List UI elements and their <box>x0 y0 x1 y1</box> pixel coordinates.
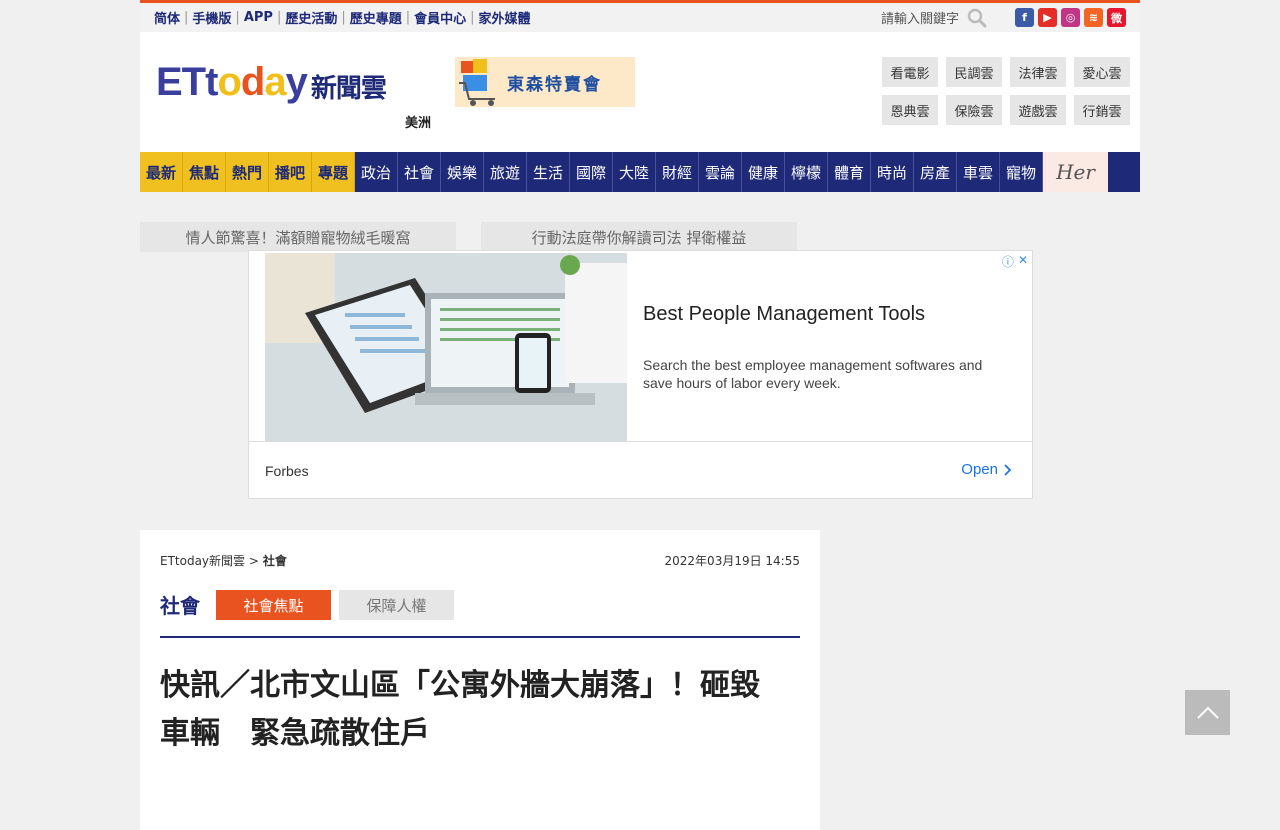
cloud-game[interactable]: 遊戲雲 <box>1010 95 1066 125</box>
nav-china[interactable]: 大陸 <box>613 152 656 192</box>
cloud-links: 看電影 民調雲 法律雲 愛心雲 恩典雲 保險雲 遊戲雲 行銷雲 <box>882 57 1130 125</box>
ad-brand: Forbes <box>265 463 309 479</box>
breadcrumb-section[interactable]: 社會 <box>263 554 287 568</box>
nav-politics[interactable]: 政治 <box>355 152 398 192</box>
breadcrumb: ETtoday新聞雲 > 社會 <box>160 552 287 569</box>
nav-society[interactable]: 社會 <box>398 152 441 192</box>
site-logo[interactable]: ETt o d a y 新聞雲 美洲 <box>156 60 431 131</box>
top-utility-bar: 简体 | 手機版 | APP | 歷史活動 | 歷史專題 | 會員中心 | 家外媒體 請輸入… <box>140 0 1140 32</box>
article-date: 2022年03月19日 14:55 <box>664 554 800 568</box>
nav-life[interactable]: 生活 <box>527 152 570 192</box>
nav-health[interactable]: 健康 <box>742 152 785 192</box>
headline-line-2: 車輛 緊急疏散住戶 <box>160 716 430 751</box>
top-links: 简体 | 手機版 | APP | 歷史活動 | 歷史專題 | 會員中心 | 家外媒體 <box>154 8 531 27</box>
chevron-up-icon <box>1196 706 1219 719</box>
nav-focus[interactable]: 焦點 <box>183 152 226 192</box>
main-nav: 最新 焦點 熱門 播吧 專題 政治 社會 娛樂 旅遊 生活 國際 大陸 財經 雲… <box>140 152 1140 192</box>
cloud-marketing[interactable]: 行銷雲 <box>1074 95 1130 125</box>
nav-realestate[interactable]: 房產 <box>914 152 957 192</box>
section-title: 社會 <box>160 594 200 618</box>
ad-open-button[interactable]: Open <box>961 461 1012 478</box>
ad-title[interactable]: Best People Management Tools <box>643 303 925 326</box>
link-app[interactable]: APP <box>244 10 273 25</box>
youtube-icon[interactable]: ▶ <box>1038 8 1057 27</box>
nav-travel[interactable]: 旅遊 <box>484 152 527 192</box>
article-headline: 快訊／北市文山區「公寓外牆大崩落」！砸毀 車輛 緊急疏散住戶 <box>160 662 805 758</box>
logo-region: 美洲 <box>404 116 431 131</box>
nav-opinion[interactable]: 雲論 <box>699 152 742 192</box>
promo-link-court[interactable]: 行動法庭帶你解讀司法 捍衛權益 <box>481 222 797 252</box>
cloud-insurance[interactable]: 保險雲 <box>946 95 1002 125</box>
promo-banner[interactable]: 東森特賣會 <box>455 57 635 107</box>
display-ad[interactable]: ⓘ ✕ Best People Management Tools Search … <box>248 250 1033 499</box>
link-history-events[interactable]: 歷史活動 <box>285 8 337 27</box>
cloud-poll[interactable]: 民調雲 <box>946 57 1002 87</box>
link-history-topics[interactable]: 歷史專題 <box>350 8 402 27</box>
nav-her[interactable]: Her <box>1043 152 1108 192</box>
promo-link-pet[interactable]: 情人節驚喜！滿額贈寵物絨毛暖窩 <box>140 222 456 252</box>
banner-text: 東森特賣會 <box>507 74 602 95</box>
nav-latest[interactable]: 最新 <box>140 152 183 192</box>
cloud-grace[interactable]: 恩典雲 <box>882 95 938 125</box>
shopping-cart-icon <box>459 59 495 106</box>
weibo-icon[interactable]: 微 <box>1107 8 1126 27</box>
nav-lemon[interactable]: 檸檬 <box>785 152 828 192</box>
nav-fashion[interactable]: 時尚 <box>871 152 914 192</box>
header: ETt o d a y 新聞雲 美洲 東森特賣會 看電影 民調雲 法律雲 愛心雲 恩典雲 … <box>140 32 1140 152</box>
nav-finance[interactable]: 財經 <box>656 152 699 192</box>
social-links: f ▶ ◎ ≋ 微 <box>1015 8 1126 27</box>
logo-wordmark: ETt o d a y 新聞雲 <box>156 60 387 104</box>
nav-cars[interactable]: 車雲 <box>957 152 1000 192</box>
headline-line-1: 快訊／北市文山區「公寓外牆大崩落」！砸毀 <box>160 668 760 703</box>
nav-hot[interactable]: 熱門 <box>226 152 269 192</box>
nav-international[interactable]: 國際 <box>570 152 613 192</box>
article-panel: ETtoday新聞雲 > 社會 2022年03月19日 14:55 社會 社會焦點… <box>140 530 820 830</box>
tab-human-rights[interactable]: 保障人權 <box>339 590 454 620</box>
link-simplified[interactable]: 简体 <box>154 8 180 27</box>
cloud-movie[interactable]: 看電影 <box>882 57 938 87</box>
nav-boba[interactable]: 播吧 <box>269 152 312 192</box>
cloud-charity[interactable]: 愛心雲 <box>1074 57 1130 87</box>
top-right: 請輸入關鍵字 f ▶ ◎ ≋ 微 <box>881 8 1126 28</box>
nav-pets[interactable]: 寵物 <box>1000 152 1043 192</box>
promo-links: 情人節驚喜！滿額贈寵物絨毛暖窩 行動法庭帶你解讀司法 捍衛權益 <box>140 192 1140 252</box>
instagram-icon[interactable]: ◎ <box>1061 8 1080 27</box>
link-member-center[interactable]: 會員中心 <box>414 8 466 27</box>
ad-choices[interactable]: ⓘ ✕ <box>1002 253 1028 270</box>
link-mobile[interactable]: 手機版 <box>192 8 231 27</box>
ad-image[interactable] <box>265 253 627 442</box>
search-input[interactable]: 請輸入關鍵字 <box>881 8 959 27</box>
ad-description: Search the best employee management soft… <box>643 357 983 391</box>
search-icon[interactable] <box>967 8 987 28</box>
nav-entertainment[interactable]: 娛樂 <box>441 152 484 192</box>
chevron-right-icon <box>1004 463 1012 476</box>
cloud-law[interactable]: 法律雲 <box>1010 57 1066 87</box>
nav-topics[interactable]: 專題 <box>312 152 355 192</box>
close-icon[interactable]: ✕ <box>1018 253 1028 270</box>
ad-open-label: Open <box>961 461 998 478</box>
rss-icon[interactable]: ≋ <box>1084 8 1103 27</box>
ad-divider <box>249 441 1032 442</box>
back-to-top-button[interactable] <box>1185 690 1230 735</box>
link-outdoor-media[interactable]: 家外媒體 <box>479 8 531 27</box>
facebook-icon[interactable]: f <box>1015 8 1034 27</box>
tab-society-focus[interactable]: 社會焦點 <box>216 590 331 620</box>
nav-sports[interactable]: 體育 <box>828 152 871 192</box>
page: 简体 | 手機版 | APP | 歷史活動 | 歷史專題 | 會員中心 | 家外媒體 請輸入… <box>140 0 1230 830</box>
breadcrumb-root[interactable]: ETtoday新聞雲 > <box>160 554 259 568</box>
info-icon[interactable]: ⓘ <box>1002 253 1014 270</box>
section-divider <box>160 636 800 638</box>
